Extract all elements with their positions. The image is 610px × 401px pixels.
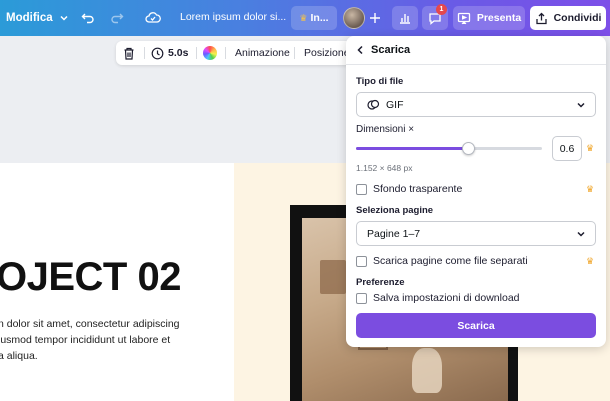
chevron-down-icon (577, 102, 585, 108)
body-line: n dolor sit amet, consectetur adipiscing (0, 318, 180, 330)
document-title[interactable]: Lorem ipsum dolor si... (180, 11, 286, 23)
checkbox-box[interactable] (356, 183, 367, 195)
pages-value: Pagine 1–7 (367, 227, 421, 240)
clock-icon (151, 47, 164, 59)
animation-button[interactable]: Animazione (235, 41, 290, 65)
separate-files-checkbox[interactable]: Scarica pagine come file separati (356, 255, 528, 267)
size-slider-thumb[interactable] (462, 142, 475, 155)
edit-menu-label: Modifica (6, 12, 53, 24)
bar-chart-icon (400, 14, 410, 24)
analytics-button[interactable] (392, 6, 418, 30)
avatar[interactable] (343, 7, 365, 29)
toolbar-divider (294, 47, 295, 59)
present-label: Presenta (476, 12, 522, 24)
duration-value: 5.0s (168, 47, 189, 59)
present-button[interactable]: Presenta (453, 6, 525, 30)
download-panel: Scarica Tipo di file GIF Dimensioni × 0.… (346, 36, 606, 347)
size-slider-fill (356, 147, 468, 150)
size-slider[interactable] (356, 142, 542, 155)
notification-badge: 1 (436, 4, 447, 15)
toolbar-divider (225, 47, 226, 59)
file-type-value: GIF (386, 98, 404, 111)
preferences-label: Preferenze (356, 277, 405, 288)
crown-icon: ♛ (586, 143, 595, 153)
body-line: iusmod tempor incididunt ut labore et (0, 334, 171, 346)
checkbox-box[interactable] (356, 255, 367, 267)
chevron-down-icon (577, 231, 585, 237)
crown-icon: ♛ (586, 184, 595, 194)
transparent-background-checkbox[interactable]: Sfondo trasparente (356, 183, 462, 195)
insights-label: In... (310, 12, 329, 24)
gif-icon (367, 99, 380, 110)
separate-files-label: Scarica pagine come file separati (373, 255, 528, 267)
photo-detail-shelf (320, 260, 346, 294)
element-toolbar: 5.0s Animazione Posizione (116, 41, 356, 65)
share-button[interactable]: Condividi (530, 6, 606, 30)
position-button[interactable]: Posizione (304, 41, 350, 65)
position-label: Posizione (304, 47, 350, 59)
trash-icon (124, 47, 134, 60)
slide-headline[interactable]: OJECT 02 (0, 255, 181, 300)
crown-icon: ♛ (299, 12, 308, 23)
toolbar-divider (196, 47, 197, 59)
panel-divider (346, 64, 606, 65)
delete-button[interactable] (123, 41, 135, 65)
toolbar-divider (144, 47, 145, 59)
pages-select[interactable]: Pagine 1–7 (356, 221, 596, 246)
redo-icon[interactable] (108, 9, 126, 27)
size-hint: 1.152 × 648 px (356, 163, 413, 173)
duration-button[interactable]: 5.0s (151, 41, 188, 65)
download-button[interactable]: Scarica (356, 313, 596, 338)
pages-label: Seleziona pagine (356, 205, 434, 216)
file-type-select[interactable]: GIF (356, 92, 596, 117)
undo-icon[interactable] (79, 9, 97, 27)
panel-title: Scarica (371, 44, 411, 56)
body-line: a aliqua. (0, 350, 38, 362)
color-wheel-icon (203, 46, 217, 60)
color-picker-button[interactable] (203, 41, 217, 65)
save-settings-label: Salva impostazioni di download (373, 292, 520, 304)
insights-button[interactable]: ♛ In... (291, 6, 337, 30)
share-label: Condividi (553, 12, 602, 24)
crown-icon: ♛ (586, 256, 595, 266)
save-settings-checkbox[interactable]: Salva impostazioni di download (356, 292, 520, 304)
cloud-save-icon[interactable] (144, 9, 162, 27)
share-icon (535, 12, 547, 24)
edit-menu-button[interactable]: Modifica (6, 8, 69, 28)
file-type-label: Tipo di file (356, 76, 404, 87)
photo-detail-vase (412, 348, 442, 393)
size-input[interactable]: 0.6 (552, 136, 582, 161)
back-arrow-icon[interactable] (356, 45, 365, 55)
present-icon (457, 12, 470, 24)
size-label: Dimensioni × (356, 124, 415, 135)
animation-label: Animazione (235, 47, 290, 59)
chevron-down-icon (60, 15, 68, 21)
add-collaborator-icon[interactable] (366, 9, 384, 27)
transparent-background-label: Sfondo trasparente (373, 183, 463, 195)
panel-header[interactable]: Scarica (356, 44, 410, 56)
checkbox-box[interactable] (356, 292, 367, 304)
slide-body-text[interactable]: n dolor sit amet, consectetur adipiscing… (0, 316, 218, 364)
